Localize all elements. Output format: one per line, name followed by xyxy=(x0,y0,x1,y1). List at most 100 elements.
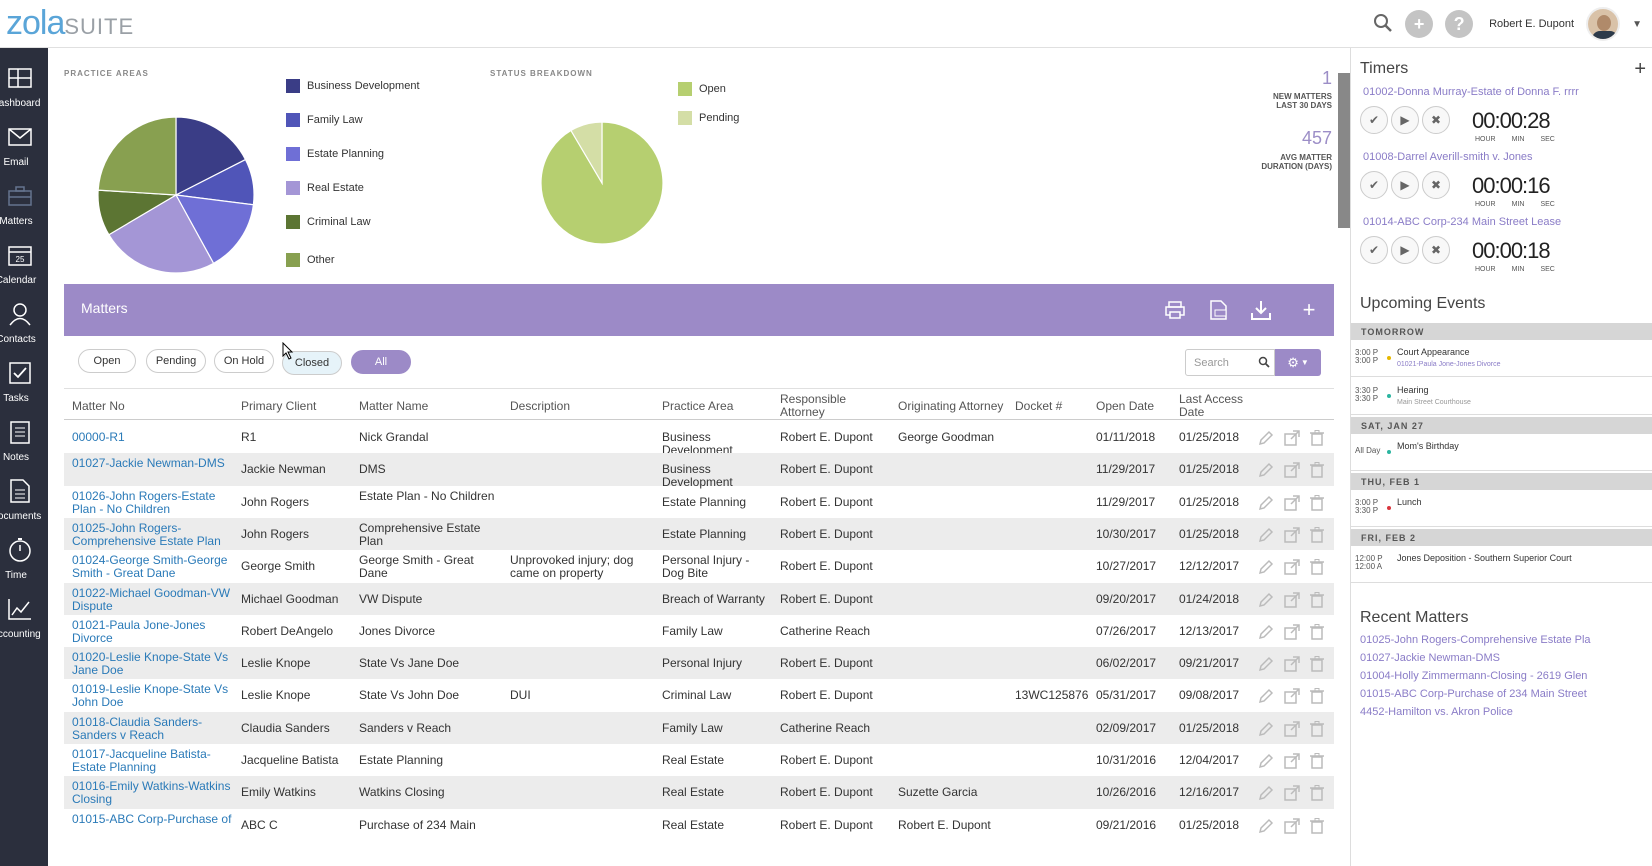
nav-item-tasks[interactable]: Tasks xyxy=(0,351,48,409)
filter-on-hold-button[interactable]: On Hold xyxy=(214,349,274,373)
col-matter-name[interactable]: Matter Name xyxy=(359,400,428,413)
check-icon[interactable]: ✔ xyxy=(1360,106,1388,134)
check-icon[interactable]: ✔ xyxy=(1360,236,1388,264)
cell-no[interactable]: 01015-ABC Corp-Purchase of xyxy=(72,812,232,826)
open-external-icon[interactable] xyxy=(1284,785,1300,804)
nav-item-calendar[interactable]: 25 Calendar xyxy=(0,233,48,291)
nav-item-notes[interactable]: Notes xyxy=(0,410,48,468)
close-icon[interactable]: ✖ xyxy=(1422,106,1450,134)
col-originating-attorney[interactable]: Originating Attorney xyxy=(898,400,1003,413)
open-external-icon[interactable] xyxy=(1284,559,1300,578)
table-row[interactable]: 01025-John Rogers-Comprehensive Estate P… xyxy=(64,517,1334,551)
help-icon[interactable]: ? xyxy=(1445,10,1474,38)
edit-pencil-icon[interactable] xyxy=(1258,753,1274,772)
edit-pencil-icon[interactable] xyxy=(1258,527,1274,546)
open-external-icon[interactable] xyxy=(1284,462,1300,481)
table-row[interactable]: 01022-Michael Goodman-VW Dispute Michael … xyxy=(64,582,1334,615)
table-row[interactable]: 01016-Emily Watkins-Watkins Closing Emily… xyxy=(64,776,1334,809)
trash-icon[interactable] xyxy=(1310,559,1324,578)
edit-pencil-icon[interactable] xyxy=(1258,592,1274,611)
edit-pencil-icon[interactable] xyxy=(1258,495,1274,514)
nav-item-time[interactable]: Time xyxy=(0,528,48,586)
recent-matter-link[interactable]: 4452-Hamilton vs. Akron Police xyxy=(1360,706,1513,718)
close-icon[interactable]: ✖ xyxy=(1422,236,1450,264)
matters-search-input[interactable]: Search xyxy=(1185,349,1275,376)
table-row[interactable]: 01015-ABC Corp-Purchase of ABC C Purchase … xyxy=(64,809,1334,841)
nav-item-dashboard[interactable]: Dashboard xyxy=(0,56,48,114)
timer-matter-link[interactable]: 01008-Darrel Averill-smith v. Jones xyxy=(1363,151,1533,163)
trash-icon[interactable] xyxy=(1310,526,1324,546)
user-name[interactable]: Robert E. Dupont xyxy=(1489,18,1574,30)
print-icon[interactable] xyxy=(1164,299,1186,321)
edit-pencil-icon[interactable] xyxy=(1258,656,1274,675)
col-description[interactable]: Description xyxy=(510,400,570,413)
table-row[interactable]: 01026-John Rogers-Estate Plan - No Child… xyxy=(64,486,1334,518)
table-row[interactable]: 01021-Paula Jone-Jones Divorce Robert DeA… xyxy=(64,615,1334,647)
recent-matter-link[interactable]: 01027-Jackie Newman-DMS xyxy=(1360,652,1500,664)
edit-pencil-icon[interactable] xyxy=(1258,559,1274,578)
timer-matter-link[interactable]: 01002-Donna Murray-Estate of Donna F. rr… xyxy=(1363,86,1579,98)
table-row[interactable]: 01017-Jacqueline Batista-Estate Planning… xyxy=(64,744,1334,776)
open-external-icon[interactable] xyxy=(1284,720,1300,740)
play-icon[interactable]: ▶ xyxy=(1391,171,1419,199)
add-timer-icon[interactable]: + xyxy=(1634,58,1646,81)
timer-matter-link[interactable]: 01014-ABC Corp-234 Main Street Lease xyxy=(1363,216,1561,228)
edit-pencil-icon[interactable] xyxy=(1258,688,1274,707)
trash-icon[interactable] xyxy=(1310,462,1324,481)
open-external-icon[interactable] xyxy=(1284,753,1300,772)
open-external-icon[interactable] xyxy=(1284,527,1300,546)
avatar[interactable] xyxy=(1586,7,1621,41)
event-item[interactable]: All Day Mom's Birthday xyxy=(1351,435,1652,471)
collapse-panel-handle[interactable] xyxy=(1338,73,1350,228)
recent-matter-link[interactable]: 01015-ABC Corp-Purchase of 234 Main Stre… xyxy=(1360,688,1587,700)
trash-icon[interactable] xyxy=(1310,656,1324,675)
edit-pencil-icon[interactable] xyxy=(1258,721,1274,740)
zola-suite-logo[interactable]: zolaSUITE xyxy=(6,4,134,43)
open-external-icon[interactable] xyxy=(1284,688,1300,707)
open-external-icon[interactable] xyxy=(1284,591,1300,611)
filter-pending-button[interactable]: Pending xyxy=(146,349,206,373)
event-item[interactable]: 3:00 P 3:00 P Court Appearance 01021-Paula … xyxy=(1351,341,1652,377)
trash-icon[interactable] xyxy=(1310,785,1324,804)
recent-matter-link[interactable]: 01025-John Rogers-Comprehensive Estate P… xyxy=(1360,634,1591,646)
download-icon[interactable] xyxy=(1250,299,1272,321)
close-icon[interactable]: ✖ xyxy=(1422,171,1450,199)
recent-matter-link[interactable]: 01004-Holly Zimmermann-Closing - 2619 Gl… xyxy=(1360,670,1587,682)
cell-no[interactable]: 01019-Leslie Knope-State Vs John Doe xyxy=(72,683,232,709)
event-item[interactable]: 3:30 P 3:30 P Hearing Main Street Courthous… xyxy=(1351,379,1652,415)
col-last-access-date[interactable]: Last Access Date xyxy=(1179,393,1254,419)
play-icon[interactable]: ▶ xyxy=(1391,106,1419,134)
col-matter-no[interactable]: Matter No xyxy=(72,400,125,413)
edit-pencil-icon[interactable] xyxy=(1258,818,1274,837)
col-open-date[interactable]: Open Date xyxy=(1096,400,1154,413)
nav-item-documents[interactable]: Documents xyxy=(0,469,48,527)
table-row[interactable]: 01020-Leslie Knope-State Vs Jane Doe Lesl… xyxy=(64,647,1334,680)
col-responsible-attorney[interactable]: Responsible Attorney xyxy=(780,393,860,419)
chevron-down-icon[interactable]: ▼ xyxy=(1632,19,1642,30)
cell-no[interactable]: 01017-Jacqueline Batista-Estate Planning xyxy=(72,748,232,774)
event-item[interactable]: 3:00 P 3:30 P Lunch xyxy=(1351,491,1652,527)
nav-item-email[interactable]: Email xyxy=(0,115,48,173)
table-row[interactable]: 01019-Leslie Knope-State Vs John Doe Lesl… xyxy=(64,679,1334,711)
play-icon[interactable]: ▶ xyxy=(1391,236,1419,264)
column-settings-button[interactable]: ⚙ ▼ xyxy=(1275,349,1321,376)
cell-no[interactable]: 01016-Emily Watkins-Watkins Closing xyxy=(72,780,232,806)
trash-icon[interactable] xyxy=(1310,591,1324,611)
edit-pencil-icon[interactable] xyxy=(1258,462,1274,481)
col-primary-client[interactable]: Primary Client xyxy=(241,400,316,413)
open-external-icon[interactable] xyxy=(1284,430,1300,449)
filter-all-button[interactable]: All xyxy=(351,350,411,374)
search-icon[interactable] xyxy=(1373,13,1393,36)
table-row[interactable]: 01027-Jackie Newman-DMS Jackie Newman DMS B… xyxy=(64,453,1334,489)
table-row[interactable]: 00000-R1 R1 Nick Grandal Business Developme… xyxy=(64,421,1334,457)
col-docket[interactable]: Docket # xyxy=(1015,400,1062,413)
add-matter-icon[interactable]: + xyxy=(1298,297,1320,322)
trash-icon[interactable] xyxy=(1310,688,1324,707)
open-external-icon[interactable] xyxy=(1284,656,1300,675)
trash-icon[interactable] xyxy=(1310,430,1324,449)
col-practice-area[interactable]: Practice Area xyxy=(662,400,733,413)
nav-item-matters[interactable]: Matters xyxy=(0,174,48,232)
trash-icon[interactable] xyxy=(1310,753,1324,772)
cell-no[interactable]: 01018-Claudia Sanders-Sanders v Reach xyxy=(72,715,232,742)
edit-pencil-icon[interactable] xyxy=(1258,785,1274,804)
